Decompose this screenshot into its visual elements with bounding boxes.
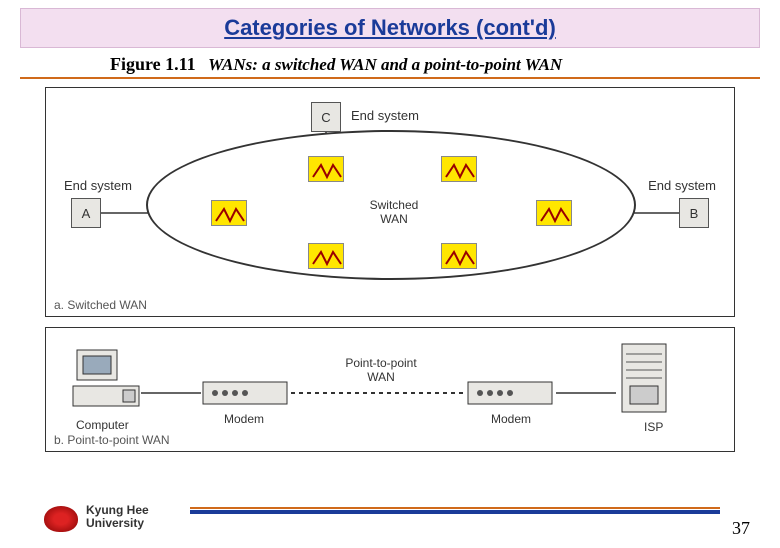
university-logo-icon	[44, 506, 78, 532]
switch-node	[441, 243, 477, 269]
isp-label: ISP	[644, 420, 663, 434]
figure-caption: WANs: a switched WAN and a point-to-poin…	[208, 55, 562, 74]
figure-heading: Figure 1.11 WANs: a switched WAN and a p…	[20, 54, 760, 79]
switch-node	[536, 200, 572, 226]
computer-icon	[71, 346, 141, 421]
switch-node	[211, 200, 247, 226]
isp-server-icon	[616, 340, 676, 425]
diagram-b-caption: b. Point-to-point WAN	[54, 433, 170, 447]
end-system-label-a: End system	[64, 178, 132, 193]
host-c-label: C	[321, 110, 330, 125]
host-a-label: A	[82, 206, 91, 221]
figure-number: Figure 1.11	[110, 54, 196, 74]
switch-node	[308, 243, 344, 269]
end-system-c: C	[311, 102, 341, 132]
modem-left-label: Modem	[224, 412, 264, 426]
point-to-point-label: Point-to-point WAN	[331, 356, 431, 384]
switch-node	[441, 156, 477, 182]
page-number: 37	[732, 518, 750, 539]
end-system-a: A	[71, 198, 101, 228]
modem-right-icon	[466, 376, 556, 416]
computer-label: Computer	[76, 418, 129, 432]
slide-footer: Kyung Hee University 37	[0, 504, 780, 540]
end-system-label-b: End system	[648, 178, 716, 193]
slide-title: Categories of Networks (cont'd)	[224, 15, 556, 40]
diagram-switched-wan: A End system B End system C End system S…	[45, 87, 735, 317]
slide-title-band: Categories of Networks (cont'd)	[20, 8, 760, 48]
diagram-a-caption: a. Switched WAN	[54, 298, 147, 312]
modem-right-label: Modem	[491, 412, 531, 426]
university-line2: University	[86, 517, 149, 530]
switch-node	[308, 156, 344, 182]
university-name: Kyung Hee University	[86, 504, 149, 530]
switched-wan-text: Switched WAN	[364, 198, 424, 226]
modem-left-icon	[201, 376, 291, 416]
host-b-label: B	[690, 206, 699, 221]
footer-divider	[190, 510, 720, 514]
switched-wan-label: Switched WAN	[364, 198, 424, 226]
end-system-label-c: End system	[351, 108, 419, 123]
diagram-point-to-point-wan: Computer Modem Point-to-point WAN Modem …	[45, 327, 735, 452]
end-system-b: B	[679, 198, 709, 228]
